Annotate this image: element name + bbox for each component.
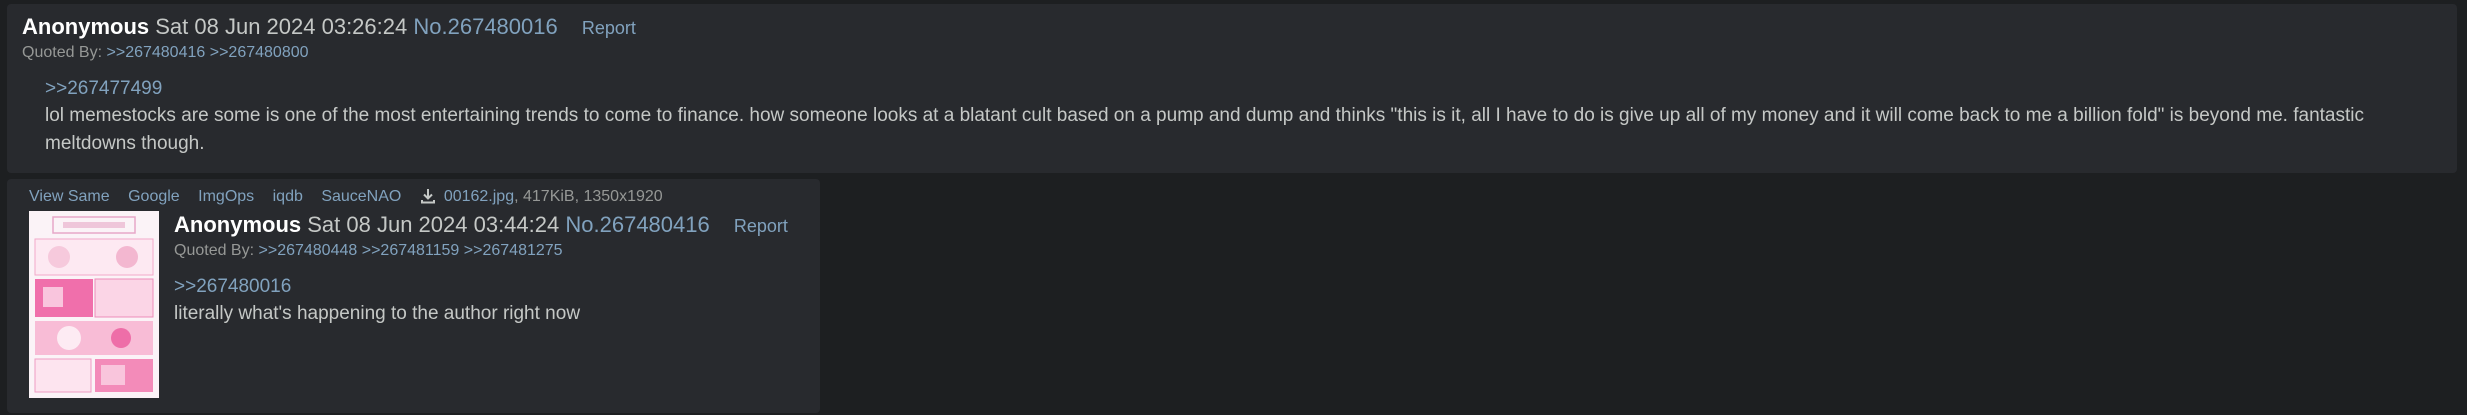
poster-name: Anonymous	[174, 212, 302, 237]
report-link[interactable]: Report	[734, 216, 788, 236]
download-icon[interactable]	[420, 188, 436, 211]
post-date: Sat 08 Jun 2024 03:44:24	[307, 212, 560, 237]
view-same-link[interactable]: View Same	[29, 188, 110, 205]
post-header: Anonymous Sat 08 Jun 2024 03:44:24 No.26…	[174, 212, 788, 239]
quoted-by: Quoted By: >>267480448 >>267481159 >>267…	[174, 241, 563, 261]
backlink[interactable]: >>267480416	[107, 44, 206, 61]
file-bar: View Same Google ImgOps iqdb SauceNAO 00…	[29, 186, 663, 211]
post-number-link[interactable]: No.267480016	[413, 14, 557, 39]
imgops-link[interactable]: ImgOps	[198, 188, 254, 205]
quoted-by: Quoted By: >>267480416 >>267480800	[22, 43, 309, 63]
post-date: Sat 08 Jun 2024 03:26:24	[155, 14, 408, 39]
post-number-link[interactable]: No.267480416	[565, 212, 709, 237]
backlink[interactable]: >>267480448	[259, 242, 358, 259]
quoted-by-label: Quoted By:	[174, 242, 255, 259]
thumbnail-image[interactable]	[29, 211, 159, 398]
post-header: Anonymous Sat 08 Jun 2024 03:26:24 No.26…	[22, 14, 636, 41]
saucenao-link[interactable]: SauceNAO	[321, 188, 401, 205]
file-name-link[interactable]: 00162.jpg	[444, 188, 514, 205]
reply-quote-link[interactable]: >>267477499	[45, 77, 162, 101]
google-search-link[interactable]: Google	[128, 188, 180, 205]
post-267480416: View Same Google ImgOps iqdb SauceNAO 00…	[7, 179, 820, 413]
iqdb-link[interactable]: iqdb	[273, 188, 303, 205]
post-message: lol memestocks are some is one of the mo…	[45, 105, 2364, 154]
post-267480016: Anonymous Sat 08 Jun 2024 03:26:24 No.26…	[7, 4, 2457, 173]
quoted-by-label: Quoted By:	[22, 44, 103, 61]
report-link[interactable]: Report	[582, 18, 636, 38]
backlink[interactable]: >>267481275	[464, 242, 563, 259]
backlink[interactable]: >>267481159	[362, 242, 460, 259]
backlink[interactable]: >>267480800	[210, 44, 309, 61]
poster-name: Anonymous	[22, 14, 150, 39]
post-message: literally what's happening to the author…	[174, 303, 581, 324]
file-info: , 417KiB, 1350x1920	[514, 188, 663, 205]
reply-quote-link[interactable]: >>267480016	[174, 275, 291, 299]
